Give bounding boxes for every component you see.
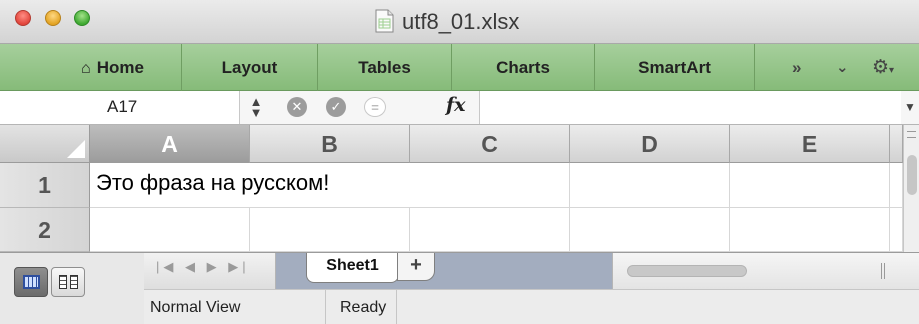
split-handle-icon[interactable]	[907, 131, 916, 138]
row-header-1[interactable]: 1	[0, 163, 90, 208]
minimize-window-button[interactable]	[45, 10, 61, 26]
normal-view-icon	[23, 275, 40, 289]
name-box-value: A17	[107, 97, 138, 116]
select-all-corner[interactable]	[0, 125, 90, 163]
name-box-stepper-icon[interactable]: ▲ ▼	[249, 95, 263, 119]
status-ready-label: Ready	[340, 299, 387, 316]
formula-dropdown-icon[interactable]: ▼	[904, 100, 916, 114]
cell-a1[interactable]: Это фраза на русском!	[90, 163, 329, 208]
cell-c2[interactable]	[410, 208, 570, 252]
normal-view-button[interactable]	[14, 267, 48, 297]
gear-icon[interactable]: ⚙▾	[872, 44, 894, 91]
tab-tables-label: Tables	[358, 58, 411, 77]
vertical-scroll-thumb[interactable]	[907, 155, 917, 195]
status-view-label: Normal View	[144, 290, 326, 324]
horizontal-scrollbar[interactable]	[612, 253, 919, 289]
ribbon-tab-bar: ⌂ Home Layout Tables Charts SmartArt » ⌄ …	[0, 44, 919, 91]
column-header-e[interactable]: E	[730, 125, 890, 163]
cell-e1[interactable]	[730, 163, 890, 208]
sheet-tab-sheet1[interactable]: Sheet1	[306, 253, 399, 283]
column-header-a[interactable]: A	[90, 125, 250, 163]
sheet-tab-strip: Sheet1 +	[276, 253, 612, 289]
tab-smartart[interactable]: SmartArt	[595, 44, 755, 91]
column-header-b[interactable]: B	[250, 125, 410, 163]
title-bar: utf8_01.xlsx	[0, 0, 919, 44]
tab-tables[interactable]: Tables	[318, 44, 452, 91]
spreadsheet-grid: A B C D E 1 Это фраза на русском! 2	[0, 125, 903, 252]
bottom-bar: |◀ ◀ ▶ ▶| Sheet1 + Normal View Ready	[0, 252, 919, 324]
horizontal-split-handle-icon[interactable]	[881, 263, 885, 279]
tab-layout-label: Layout	[221, 58, 278, 77]
row-header-2[interactable]: 2	[0, 208, 90, 252]
tab-charts-label: Charts	[496, 58, 550, 77]
function-fx-icon[interactable]: fx	[446, 94, 466, 116]
zoom-window-button[interactable]	[74, 10, 90, 26]
document-icon	[375, 9, 394, 33]
column-header-d[interactable]: D	[570, 125, 730, 163]
accept-formula-icon[interactable]: ✓	[326, 97, 346, 117]
tab-layout[interactable]: Layout	[182, 44, 318, 91]
cell-e2[interactable]	[730, 208, 890, 252]
window-title: utf8_01.xlsx	[402, 9, 520, 34]
column-header-next[interactable]	[890, 125, 903, 163]
tab-charts[interactable]: Charts	[452, 44, 595, 91]
cell-d2[interactable]	[570, 208, 730, 252]
formula-bar: A17 ▲ ▼ ✕ ✓ = fx ▼	[0, 91, 919, 125]
horizontal-scroll-thumb[interactable]	[627, 265, 747, 277]
tab-home-label: Home	[96, 58, 144, 77]
cell-b2[interactable]	[250, 208, 410, 252]
tab-smartart-label: SmartArt	[638, 58, 711, 77]
cell-f1[interactable]	[890, 163, 903, 208]
sheet-navigation-arrows[interactable]: |◀ ◀ ▶ ▶|	[144, 253, 276, 289]
tab-home[interactable]: ⌂ Home	[44, 44, 182, 91]
status-bar: Normal View Ready	[144, 289, 919, 324]
more-tabs-icon[interactable]: »	[792, 44, 801, 91]
cancel-formula-icon[interactable]: ✕	[287, 97, 307, 117]
cell-a2[interactable]	[90, 208, 250, 252]
cell-b1[interactable]	[250, 163, 410, 208]
cell-d1[interactable]	[570, 163, 730, 208]
page-layout-view-icon	[59, 275, 67, 289]
close-window-button[interactable]	[15, 10, 31, 26]
insert-function-equals-icon[interactable]: =	[364, 97, 386, 117]
status-divider	[396, 290, 397, 324]
home-icon: ⌂	[81, 60, 91, 77]
cell-c1[interactable]	[410, 163, 570, 208]
cell-f2[interactable]	[890, 208, 903, 252]
add-sheet-button[interactable]: +	[397, 253, 435, 281]
column-header-c[interactable]: C	[410, 125, 570, 163]
vertical-scrollbar[interactable]	[903, 125, 919, 252]
page-layout-view-button[interactable]	[51, 267, 85, 297]
name-box[interactable]: A17	[0, 91, 240, 124]
ribbon-collapse-chevron-icon[interactable]: ⌄	[836, 44, 849, 91]
formula-input[interactable]	[479, 91, 901, 124]
